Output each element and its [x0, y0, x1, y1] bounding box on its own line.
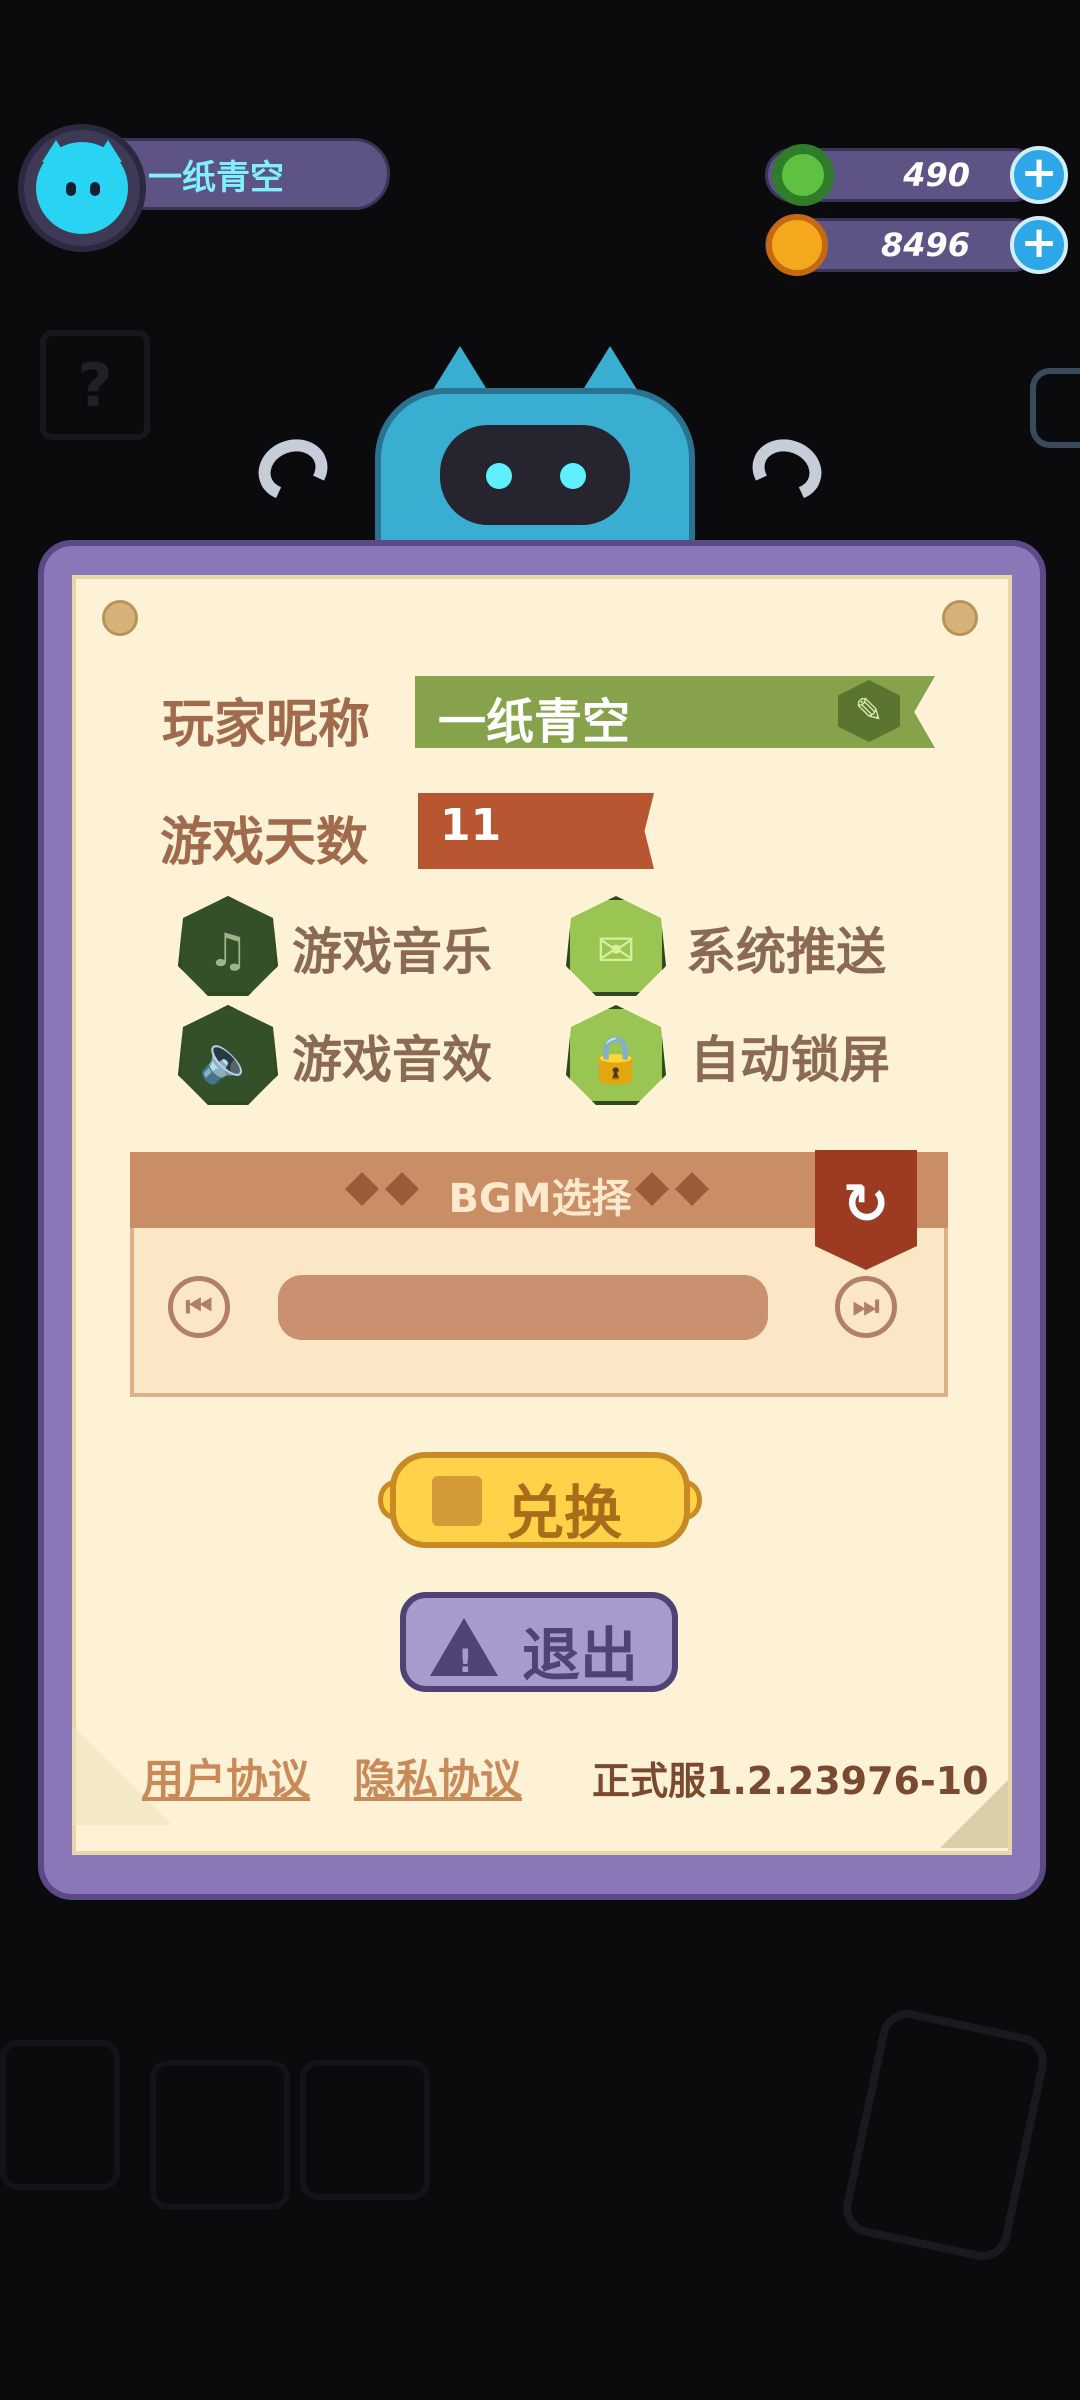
toggle-sfx-label: 游戏音效	[292, 1031, 492, 1089]
nickname-label: 玩家昵称	[162, 695, 371, 755]
avatar-eye	[66, 182, 76, 196]
privacy-agreement-link[interactable]: 隐私协议	[354, 1746, 522, 1807]
avatar-eye	[90, 182, 100, 196]
background-card	[150, 2060, 290, 2210]
robot-eye	[560, 463, 586, 489]
green-donut-icon	[772, 144, 834, 206]
version-label: 正式服1.2.23976-10	[592, 1759, 989, 1803]
pin-decoration	[942, 600, 978, 636]
robot-arm-left	[249, 429, 337, 511]
player-name: 一纸青空	[148, 158, 284, 198]
robot-arm-right	[743, 429, 831, 511]
pin-decoration	[102, 600, 138, 636]
share-tab-background	[1030, 368, 1080, 448]
previous-track-button[interactable]: ⏮	[168, 1276, 230, 1338]
exchange-label: 兑换	[506, 1479, 623, 1547]
exit-button[interactable]: ! 退出	[400, 1592, 678, 1692]
toggle-push-label: 系统推送	[686, 923, 886, 981]
robot-eye	[486, 463, 512, 489]
toggle-music-label: 游戏音乐	[292, 923, 492, 981]
cat-avatar-icon	[36, 142, 128, 234]
warning-mark: !	[458, 1642, 473, 1680]
days-value: 11	[440, 800, 502, 851]
planet-coin-count: 8496	[880, 226, 970, 264]
add-donut-button[interactable]: +	[1010, 146, 1068, 204]
donut-count: 490	[903, 156, 970, 194]
background-card	[300, 2060, 430, 2200]
help-icon-background: ?	[40, 330, 150, 440]
user-agreement-link[interactable]: 用户协议	[142, 1746, 310, 1807]
toggle-autolock-label: 自动锁屏	[690, 1031, 890, 1089]
next-track-button[interactable]: ⏭	[835, 1276, 897, 1338]
bgm-title: BGM选择	[448, 1176, 632, 1222]
exit-label: 退出	[522, 1621, 639, 1689]
gift-icon	[432, 1476, 482, 1526]
repeat-one-icon[interactable]: ↻	[815, 1150, 917, 1270]
robot-visor	[440, 425, 630, 525]
nickname-value: 一纸青空	[438, 694, 631, 750]
background-card	[0, 2040, 120, 2190]
exchange-button[interactable]: 兑换	[390, 1452, 690, 1548]
planet-coin-icon	[766, 214, 828, 276]
bgm-track-display	[278, 1275, 768, 1340]
phone-icon-background	[837, 2004, 1053, 2266]
add-planet-coin-button[interactable]: +	[1010, 216, 1068, 274]
days-label: 游戏天数	[160, 813, 369, 873]
